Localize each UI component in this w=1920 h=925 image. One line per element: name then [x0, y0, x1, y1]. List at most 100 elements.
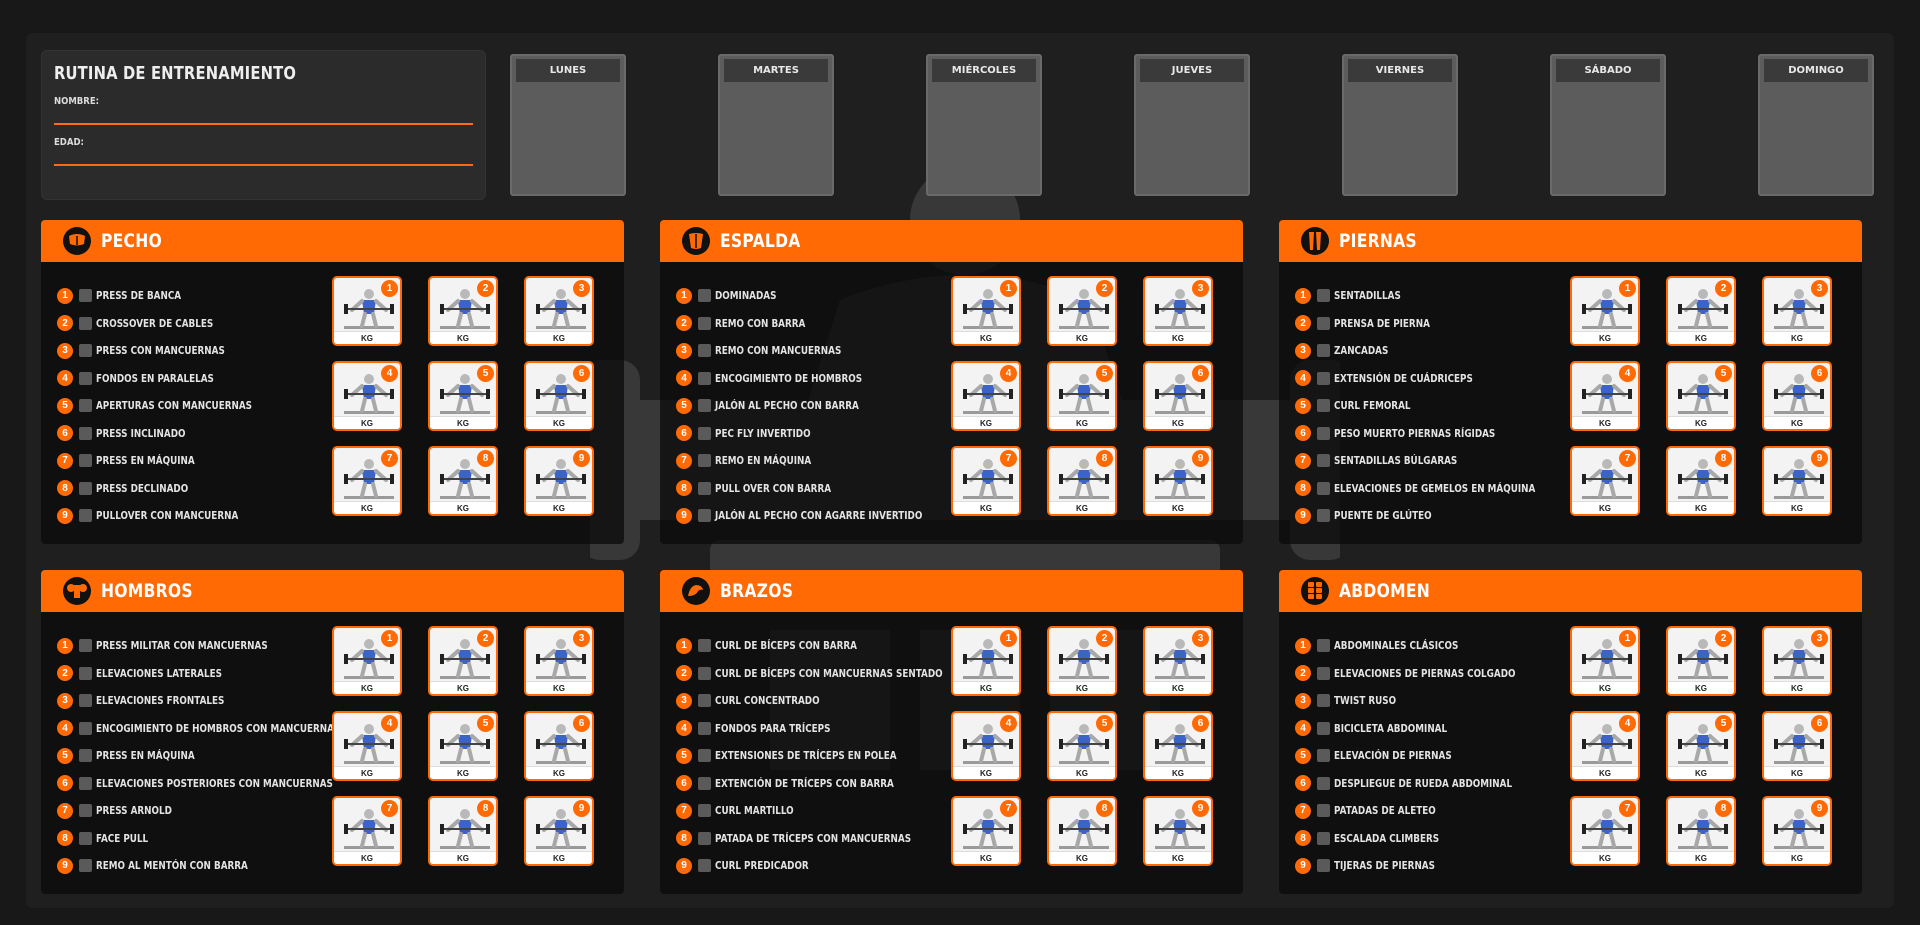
- kg-field[interactable]: KG: [526, 331, 592, 344]
- kg-field[interactable]: KG: [1764, 766, 1830, 779]
- kg-field[interactable]: KG: [1145, 681, 1211, 694]
- kg-field[interactable]: KG: [1145, 766, 1211, 779]
- day-tuesday[interactable]: MARTES: [718, 54, 834, 196]
- exercise-checkbox[interactable]: [698, 776, 711, 790]
- kg-field[interactable]: KG: [1572, 416, 1638, 429]
- exercise-checkbox[interactable]: [1317, 694, 1330, 708]
- kg-field[interactable]: KG: [1668, 501, 1734, 514]
- exercise-card[interactable]: 1 KG: [332, 276, 402, 346]
- exercise-card[interactable]: 9 KG: [1143, 446, 1213, 516]
- kg-field[interactable]: KG: [1764, 851, 1830, 864]
- kg-field[interactable]: KG: [334, 501, 400, 514]
- exercise-checkbox[interactable]: [1317, 426, 1330, 440]
- day-thursday[interactable]: JUEVES: [1134, 54, 1250, 196]
- kg-field[interactable]: KG: [953, 766, 1019, 779]
- exercise-checkbox[interactable]: [79, 831, 92, 845]
- day-friday[interactable]: VIERNES: [1342, 54, 1458, 196]
- exercise-checkbox[interactable]: [698, 289, 711, 303]
- exercise-checkbox[interactable]: [698, 859, 711, 873]
- exercise-card[interactable]: 6 KG: [1143, 711, 1213, 781]
- exercise-card[interactable]: 4 KG: [951, 361, 1021, 431]
- exercise-checkbox[interactable]: [1317, 749, 1330, 763]
- exercise-card[interactable]: 1 KG: [332, 626, 402, 696]
- exercise-card[interactable]: 5 KG: [1047, 711, 1117, 781]
- exercise-card[interactable]: 1 KG: [951, 626, 1021, 696]
- exercise-card[interactable]: 7 KG: [951, 446, 1021, 516]
- kg-field[interactable]: KG: [1145, 501, 1211, 514]
- exercise-checkbox[interactable]: [698, 509, 711, 523]
- exercise-checkbox[interactable]: [698, 666, 711, 680]
- kg-field[interactable]: KG: [1572, 851, 1638, 864]
- exercise-checkbox[interactable]: [1317, 509, 1330, 523]
- exercise-checkbox[interactable]: [1317, 481, 1330, 495]
- kg-field[interactable]: KG: [1764, 416, 1830, 429]
- exercise-card[interactable]: 9 KG: [524, 796, 594, 866]
- exercise-checkbox[interactable]: [698, 316, 711, 330]
- day-sunday[interactable]: DOMINGO: [1758, 54, 1874, 196]
- exercise-card[interactable]: 9 KG: [1143, 796, 1213, 866]
- exercise-checkbox[interactable]: [1317, 454, 1330, 468]
- exercise-card[interactable]: 6 KG: [1762, 711, 1832, 781]
- exercise-checkbox[interactable]: [1317, 666, 1330, 680]
- kg-field[interactable]: KG: [953, 501, 1019, 514]
- age-field[interactable]: EDAD:: [54, 137, 473, 166]
- kg-field[interactable]: KG: [1145, 416, 1211, 429]
- exercise-checkbox[interactable]: [79, 399, 92, 413]
- exercise-card[interactable]: 4 KG: [332, 361, 402, 431]
- exercise-checkbox[interactable]: [79, 316, 92, 330]
- exercise-card[interactable]: 1 KG: [1570, 626, 1640, 696]
- exercise-checkbox[interactable]: [1317, 831, 1330, 845]
- kg-field[interactable]: KG: [1049, 501, 1115, 514]
- kg-field[interactable]: KG: [1764, 681, 1830, 694]
- exercise-checkbox[interactable]: [698, 749, 711, 763]
- kg-field[interactable]: KG: [1049, 416, 1115, 429]
- kg-field[interactable]: KG: [334, 331, 400, 344]
- name-field[interactable]: NOMBRE:: [54, 96, 473, 125]
- exercise-card[interactable]: 1 KG: [951, 276, 1021, 346]
- kg-field[interactable]: KG: [526, 851, 592, 864]
- exercise-card[interactable]: 4 KG: [1570, 711, 1640, 781]
- exercise-card[interactable]: 3 KG: [1762, 626, 1832, 696]
- exercise-card[interactable]: 6 KG: [524, 711, 594, 781]
- exercise-card[interactable]: 8 KG: [428, 446, 498, 516]
- day-wednesday[interactable]: MIÉRCOLES: [926, 54, 1042, 196]
- kg-field[interactable]: KG: [1572, 681, 1638, 694]
- kg-field[interactable]: KG: [430, 501, 496, 514]
- kg-field[interactable]: KG: [1049, 851, 1115, 864]
- exercise-card[interactable]: 1 KG: [1570, 276, 1640, 346]
- exercise-checkbox[interactable]: [79, 666, 92, 680]
- exercise-checkbox[interactable]: [79, 776, 92, 790]
- kg-field[interactable]: KG: [1668, 851, 1734, 864]
- kg-field[interactable]: KG: [1049, 681, 1115, 694]
- exercise-checkbox[interactable]: [1317, 371, 1330, 385]
- exercise-checkbox[interactable]: [698, 371, 711, 385]
- exercise-card[interactable]: 4 KG: [951, 711, 1021, 781]
- exercise-checkbox[interactable]: [1317, 804, 1330, 818]
- exercise-checkbox[interactable]: [79, 804, 92, 818]
- exercise-card[interactable]: 3 KG: [1143, 276, 1213, 346]
- kg-field[interactable]: KG: [1572, 501, 1638, 514]
- exercise-checkbox[interactable]: [698, 721, 711, 735]
- exercise-card[interactable]: 8 KG: [1666, 446, 1736, 516]
- exercise-checkbox[interactable]: [79, 694, 92, 708]
- exercise-card[interactable]: 3 KG: [524, 626, 594, 696]
- exercise-checkbox[interactable]: [698, 454, 711, 468]
- kg-field[interactable]: KG: [1049, 331, 1115, 344]
- day-saturday[interactable]: SÁBADO: [1550, 54, 1666, 196]
- exercise-card[interactable]: 5 KG: [428, 361, 498, 431]
- kg-field[interactable]: KG: [430, 681, 496, 694]
- kg-field[interactable]: KG: [1668, 766, 1734, 779]
- exercise-checkbox[interactable]: [79, 454, 92, 468]
- kg-field[interactable]: KG: [1572, 331, 1638, 344]
- kg-field[interactable]: KG: [1145, 331, 1211, 344]
- age-input-line[interactable]: [54, 164, 473, 166]
- exercise-card[interactable]: 8 KG: [1047, 446, 1117, 516]
- exercise-checkbox[interactable]: [79, 481, 92, 495]
- exercise-checkbox[interactable]: [698, 344, 711, 358]
- exercise-checkbox[interactable]: [79, 639, 92, 653]
- exercise-checkbox[interactable]: [1317, 859, 1330, 873]
- kg-field[interactable]: KG: [430, 416, 496, 429]
- exercise-card[interactable]: 9 KG: [1762, 446, 1832, 516]
- exercise-checkbox[interactable]: [79, 509, 92, 523]
- exercise-card[interactable]: 4 KG: [332, 711, 402, 781]
